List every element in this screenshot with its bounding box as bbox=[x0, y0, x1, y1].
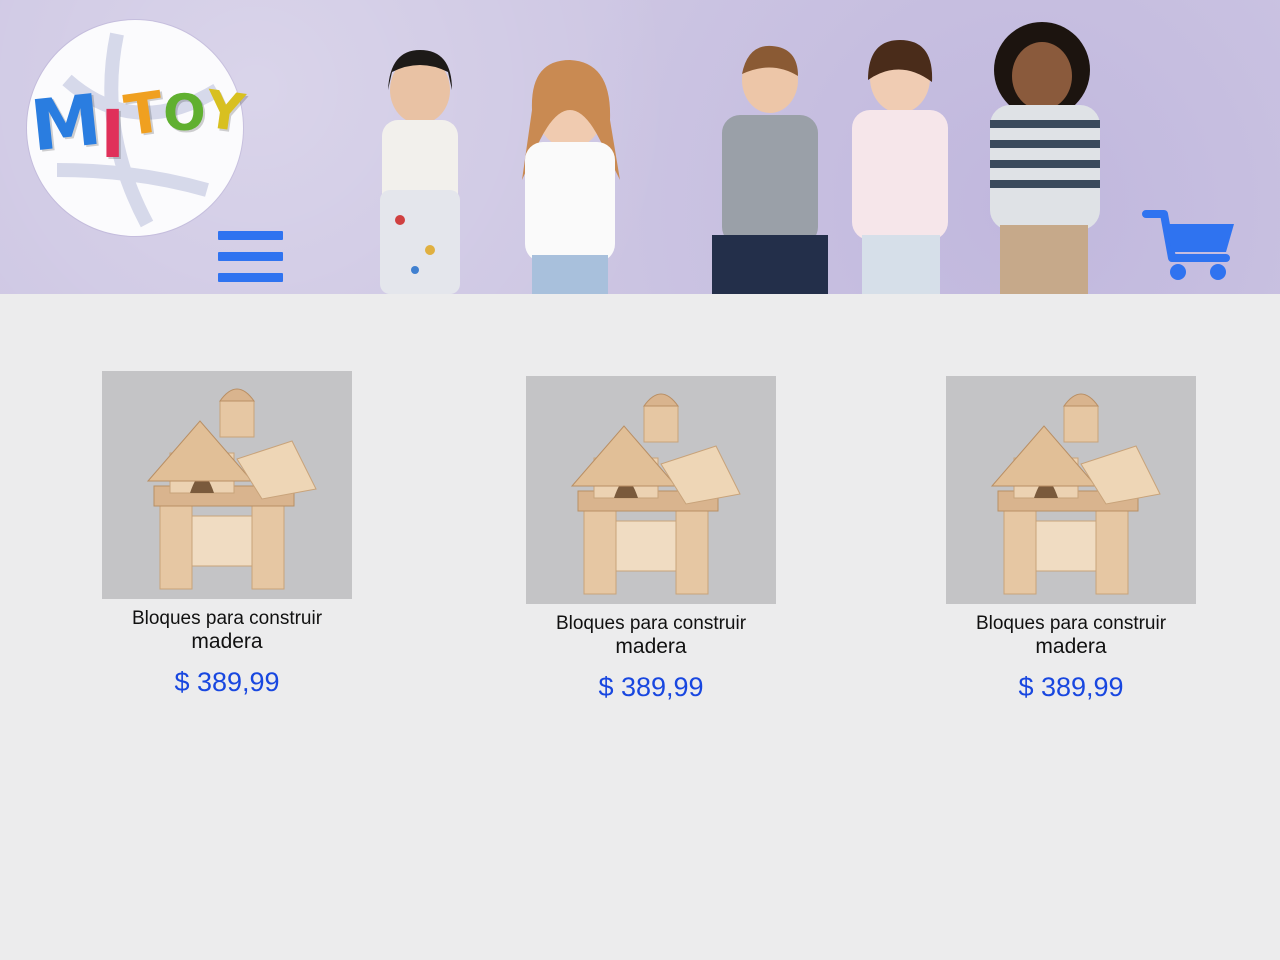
logo-letter: O bbox=[163, 84, 206, 142]
product-card[interactable]: Bloques para construir madera $ 389,99 bbox=[946, 376, 1216, 702]
product-image[interactable] bbox=[526, 376, 776, 604]
product-price: $ 389,99 bbox=[1018, 672, 1124, 702]
product-card[interactable]: Bloques para construir madera $ 389,99 bbox=[102, 371, 372, 697]
product-grid: Bloques para construir madera $ 389,99 B… bbox=[0, 294, 1280, 960]
logo-letter: Y bbox=[201, 79, 248, 145]
brand-logo[interactable]: M I T O Y bbox=[27, 20, 248, 236]
product-subtitle: madera bbox=[191, 630, 263, 653]
product-title[interactable]: Bloques para construir bbox=[526, 612, 776, 635]
hamburger-menu-icon[interactable] bbox=[218, 231, 283, 283]
wooden-blocks-house-icon bbox=[146, 388, 317, 590]
logo-letter: T bbox=[120, 79, 168, 150]
product-title[interactable]: Bloques para construir bbox=[946, 612, 1196, 635]
wooden-blocks-house-icon bbox=[990, 393, 1161, 595]
wooden-blocks-house-icon bbox=[570, 393, 741, 595]
product-image[interactable] bbox=[102, 371, 352, 599]
product-subtitle: madera bbox=[1035, 635, 1107, 658]
product-card[interactable]: Bloques para construir madera $ 389,99 bbox=[526, 376, 796, 702]
product-title[interactable]: Bloques para construir bbox=[102, 607, 352, 630]
logo-wordmark: M I T O Y bbox=[27, 79, 248, 182]
product-price: $ 389,99 bbox=[598, 672, 704, 702]
product-image[interactable] bbox=[946, 376, 1196, 604]
shopping-cart-icon[interactable] bbox=[1142, 208, 1238, 286]
header-banner: M I T O Y bbox=[0, 0, 1280, 294]
logo-letter: M bbox=[26, 78, 105, 168]
product-price: $ 389,99 bbox=[174, 667, 280, 697]
logo-letter: I bbox=[100, 96, 125, 173]
product-subtitle: madera bbox=[615, 635, 687, 658]
children-banner-image bbox=[380, 22, 1100, 294]
